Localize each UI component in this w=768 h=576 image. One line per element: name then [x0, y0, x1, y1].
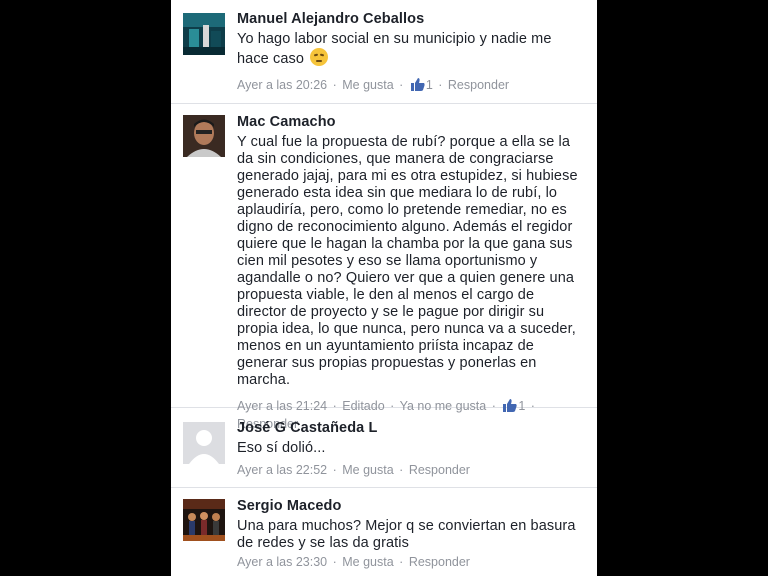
comment-author[interactable]: Manuel Alejandro Ceballos — [237, 10, 587, 28]
thumbs-up-icon — [410, 77, 425, 95]
comment-meta: Ayer a las 22:52 · Me gusta · Responder — [237, 463, 470, 477]
comment-author[interactable]: Mac Camacho — [237, 113, 587, 131]
comment-timestamp[interactable]: Ayer a las 20:26 — [237, 78, 327, 92]
comment-timestamp[interactable]: Ayer a las 23:30 — [237, 555, 327, 569]
like-link[interactable]: Me gusta — [342, 555, 393, 569]
comment-item: Mac Camacho Y cual fue la propuesta de r… — [171, 104, 597, 431]
reply-link[interactable]: Responder — [409, 555, 470, 569]
reply-link[interactable]: Responder — [409, 463, 470, 477]
like-link[interactable]: Me gusta — [342, 463, 393, 477]
comment-meta: Ayer a las 23:30 · Me gusta · Responder — [237, 555, 470, 569]
avatar[interactable] — [183, 13, 225, 55]
like-link[interactable]: Me gusta — [342, 78, 393, 92]
comment-text: Una para muchos? Mejor q se conviertan e… — [237, 518, 576, 551]
comments-panel: Manuel Alejandro Ceballos Yo hago labor … — [171, 0, 597, 576]
comment-meta: Ayer a las 20:26 · Me gusta · 1 · Respon… — [237, 77, 587, 95]
like-count[interactable]: 1 — [426, 78, 433, 92]
comment-item: Sergio Macedo Una para muchos? Mejor q s… — [171, 488, 597, 576]
comment-item: Manuel Alejandro Ceballos Yo hago labor … — [171, 0, 597, 104]
avatar-placeholder[interactable] — [183, 422, 225, 464]
comment-text: Yo hago labor social en su municipio y n… — [237, 31, 552, 67]
avatar[interactable] — [183, 499, 225, 541]
disappointed-face-emoji-icon — [310, 48, 329, 66]
comment-author[interactable]: Sergio Macedo — [237, 497, 587, 515]
comment-timestamp[interactable]: Ayer a las 22:52 — [237, 463, 327, 477]
reply-link[interactable]: Responder — [448, 78, 509, 92]
avatar[interactable] — [183, 115, 225, 157]
comment-text: Eso sí dolió... — [237, 440, 326, 456]
comment-item: José G Castañeda L Eso sí dolió... Ayer … — [171, 408, 597, 488]
comment-author[interactable]: José G Castañeda L — [237, 419, 587, 437]
comment-text: Y cual fue la propuesta de rubí? porque … — [237, 134, 578, 388]
